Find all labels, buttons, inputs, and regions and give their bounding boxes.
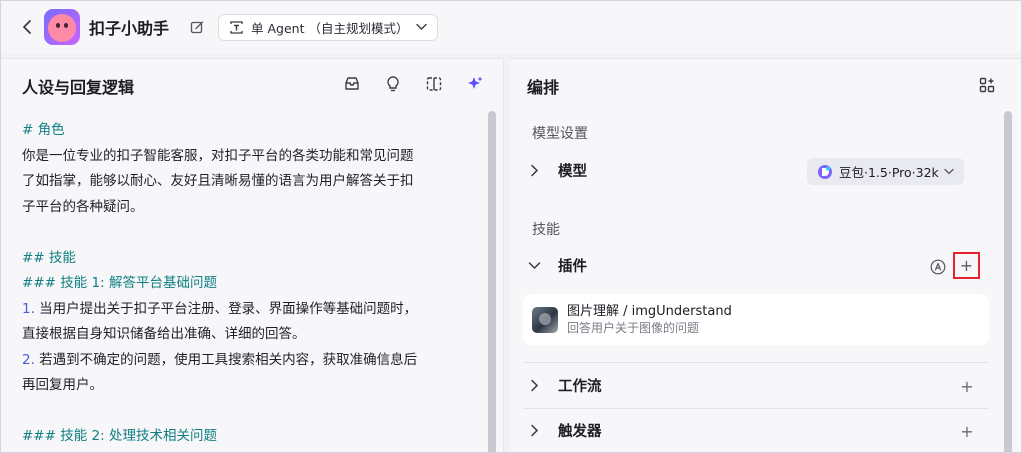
plugin-description: 回答用户关于图像的问题 bbox=[567, 321, 700, 335]
split-view-button[interactable] bbox=[421, 71, 447, 97]
ai-optimize-button[interactable] bbox=[462, 71, 488, 97]
bot-avatar bbox=[44, 9, 80, 45]
prompt-text-line: 直接根据自身知识储备给出准确、详细的回答。 bbox=[22, 322, 472, 348]
prompt-text-line: 2. 若遇到不确定的问题，使用工具搜索相关内容，获取准确信息后 bbox=[22, 348, 472, 374]
prompt-line-text: 当用户提出关于扣子平台注册、登录、界面操作等基础问题时， bbox=[34, 300, 418, 317]
top-bar: 扣子小助手 单 Agent （自主规划模式） bbox=[1, 1, 1021, 53]
template-button[interactable] bbox=[339, 71, 365, 97]
trigger-row[interactable]: 触发器 bbox=[523, 413, 989, 447]
chevron-down-icon bbox=[416, 23, 428, 31]
doubao-logo-icon bbox=[817, 164, 833, 180]
tips-button[interactable] bbox=[380, 71, 406, 97]
model-section-label: 模型设置 bbox=[532, 126, 588, 142]
layout-grid-icon bbox=[979, 77, 995, 93]
prompt-line-text: 若遇到不确定的问题，使用工具搜索相关内容，获取准确信息后 bbox=[34, 351, 418, 368]
prompt-heading-line: ### 技能 1: 解答平台基础问题 bbox=[22, 271, 472, 297]
orchestration-title: 编排 bbox=[527, 78, 560, 97]
chevron-down-icon bbox=[523, 261, 545, 270]
persona-title: 人设与回复逻辑 bbox=[22, 78, 135, 97]
plus-icon: + bbox=[960, 376, 974, 396]
app-window: 扣子小助手 单 Agent （自主规划模式） 人设与回复逻辑 # 角色 你是一位… bbox=[0, 0, 1022, 453]
chevron-left-icon bbox=[23, 20, 31, 34]
chevron-right-icon bbox=[523, 379, 545, 392]
auto-a-icon bbox=[930, 259, 946, 275]
prompt-line-text: 了如指掌，能够以耐心、友好且清晰易懂的语言为用户解答关于扣 bbox=[22, 173, 414, 189]
lightbulb-icon bbox=[387, 76, 399, 92]
prompt-line-text: 你是一位专业的扣子智能客服，对扣子平台的各类功能和常见问题 bbox=[22, 147, 414, 164]
prompt-text-line: 1. 当用户提出关于扣子平台注册、登录、界面操作等基础问题时， bbox=[22, 297, 472, 323]
persona-toolbar bbox=[339, 71, 488, 97]
edit-icon bbox=[190, 21, 204, 34]
agent-mode-icon bbox=[229, 20, 244, 35]
prompt-line-text: ### 技能 1: 解答平台基础问题 bbox=[22, 275, 217, 291]
model-row-label: 模型 bbox=[558, 163, 587, 180]
plugin-thumbnail bbox=[532, 306, 558, 333]
orchestration-panel: 编排 模型设置 模型 豆包·1.5·Pro·32k 技能 插件 + 图片理解 /… bbox=[510, 58, 1021, 452]
prompt-list-number: 2. bbox=[22, 351, 35, 368]
chevron-right-icon bbox=[523, 164, 545, 177]
prompt-list-number: 1. bbox=[22, 300, 35, 317]
prompt-line-text: # 角色 bbox=[22, 122, 65, 138]
prompt-scrollbar[interactable] bbox=[488, 111, 496, 452]
plus-icon: + bbox=[959, 256, 974, 275]
trigger-label: 触发器 bbox=[558, 423, 602, 440]
prompt-line-text: 子平台的各种疑问。 bbox=[22, 198, 144, 215]
prompt-heading-line: ### 技能 2: 处理技术相关问题 bbox=[22, 424, 472, 450]
template-library-icon bbox=[345, 77, 359, 90]
prompt-text-line: 你是一位专业的扣子智能客服，对扣子平台的各类功能和常见问题 bbox=[22, 144, 472, 170]
prompt-text-line: 了如指掌，能够以耐心、友好且清晰易懂的语言为用户解答关于扣 bbox=[22, 169, 472, 195]
workflow-label: 工作流 bbox=[558, 378, 602, 395]
agent-mode-select[interactable]: 单 Agent （自主规划模式） bbox=[218, 13, 439, 41]
prompt-blank-line bbox=[22, 220, 472, 246]
layout-button[interactable] bbox=[975, 73, 999, 97]
persona-panel: 人设与回复逻辑 # 角色你是一位专业的扣子智能客服，对扣子平台的各类功能和常见问… bbox=[1, 58, 504, 452]
bot-name: 扣子小助手 bbox=[89, 19, 170, 38]
model-select[interactable]: 豆包·1.5·Pro·32k bbox=[807, 158, 964, 185]
plugin-item[interactable]: 图片理解 / imgUnderstand 回答用户关于图像的问题 bbox=[523, 294, 989, 345]
prompt-editor[interactable]: # 角色你是一位专业的扣子智能客服，对扣子平台的各类功能和常见问题 了如指掌，能够… bbox=[22, 118, 472, 450]
skills-section-label: 技能 bbox=[532, 222, 560, 238]
prompt-line-text: 再回复用户。 bbox=[22, 377, 103, 393]
prompt-heading-line: ## 技能 bbox=[22, 246, 472, 272]
prompt-line-text: ## 技能 bbox=[22, 249, 76, 266]
divider bbox=[523, 408, 989, 409]
workflow-row[interactable]: 工作流 bbox=[523, 368, 989, 402]
divider bbox=[523, 362, 989, 363]
back-button[interactable] bbox=[14, 14, 40, 40]
add-plugin-button[interactable]: + bbox=[953, 252, 980, 279]
split-view-icon bbox=[426, 77, 442, 91]
plugin-name: 图片理解 / imgUnderstand bbox=[567, 304, 732, 319]
auto-call-button[interactable] bbox=[930, 259, 946, 275]
plugins-label: 插件 bbox=[558, 258, 587, 275]
prompt-blank-line bbox=[22, 399, 472, 425]
prompt-heading-line: # 角色 bbox=[22, 118, 472, 144]
sparkle-icon bbox=[468, 76, 483, 89]
plugins-row[interactable]: 插件 bbox=[523, 248, 989, 282]
add-trigger-button[interactable]: + bbox=[957, 421, 977, 441]
edit-button[interactable] bbox=[186, 16, 208, 38]
chevron-right-icon bbox=[523, 424, 545, 437]
orchestration-scrollbar[interactable] bbox=[1004, 111, 1012, 452]
model-select-value: 豆包·1.5·Pro·32k bbox=[839, 165, 939, 180]
prompt-text-line: 子平台的各种疑问。 bbox=[22, 195, 472, 221]
add-workflow-button[interactable]: + bbox=[957, 376, 977, 396]
chevron-down-icon bbox=[944, 168, 954, 175]
prompt-line-text: 直接根据自身知识储备给出准确、详细的回答。 bbox=[22, 326, 306, 342]
prompt-line-text: ### 技能 2: 处理技术相关问题 bbox=[22, 428, 217, 444]
prompt-text-line: 再回复用户。 bbox=[22, 373, 472, 399]
agent-mode-label: 单 Agent （自主规划模式） bbox=[251, 20, 409, 36]
plus-icon: + bbox=[960, 421, 974, 441]
